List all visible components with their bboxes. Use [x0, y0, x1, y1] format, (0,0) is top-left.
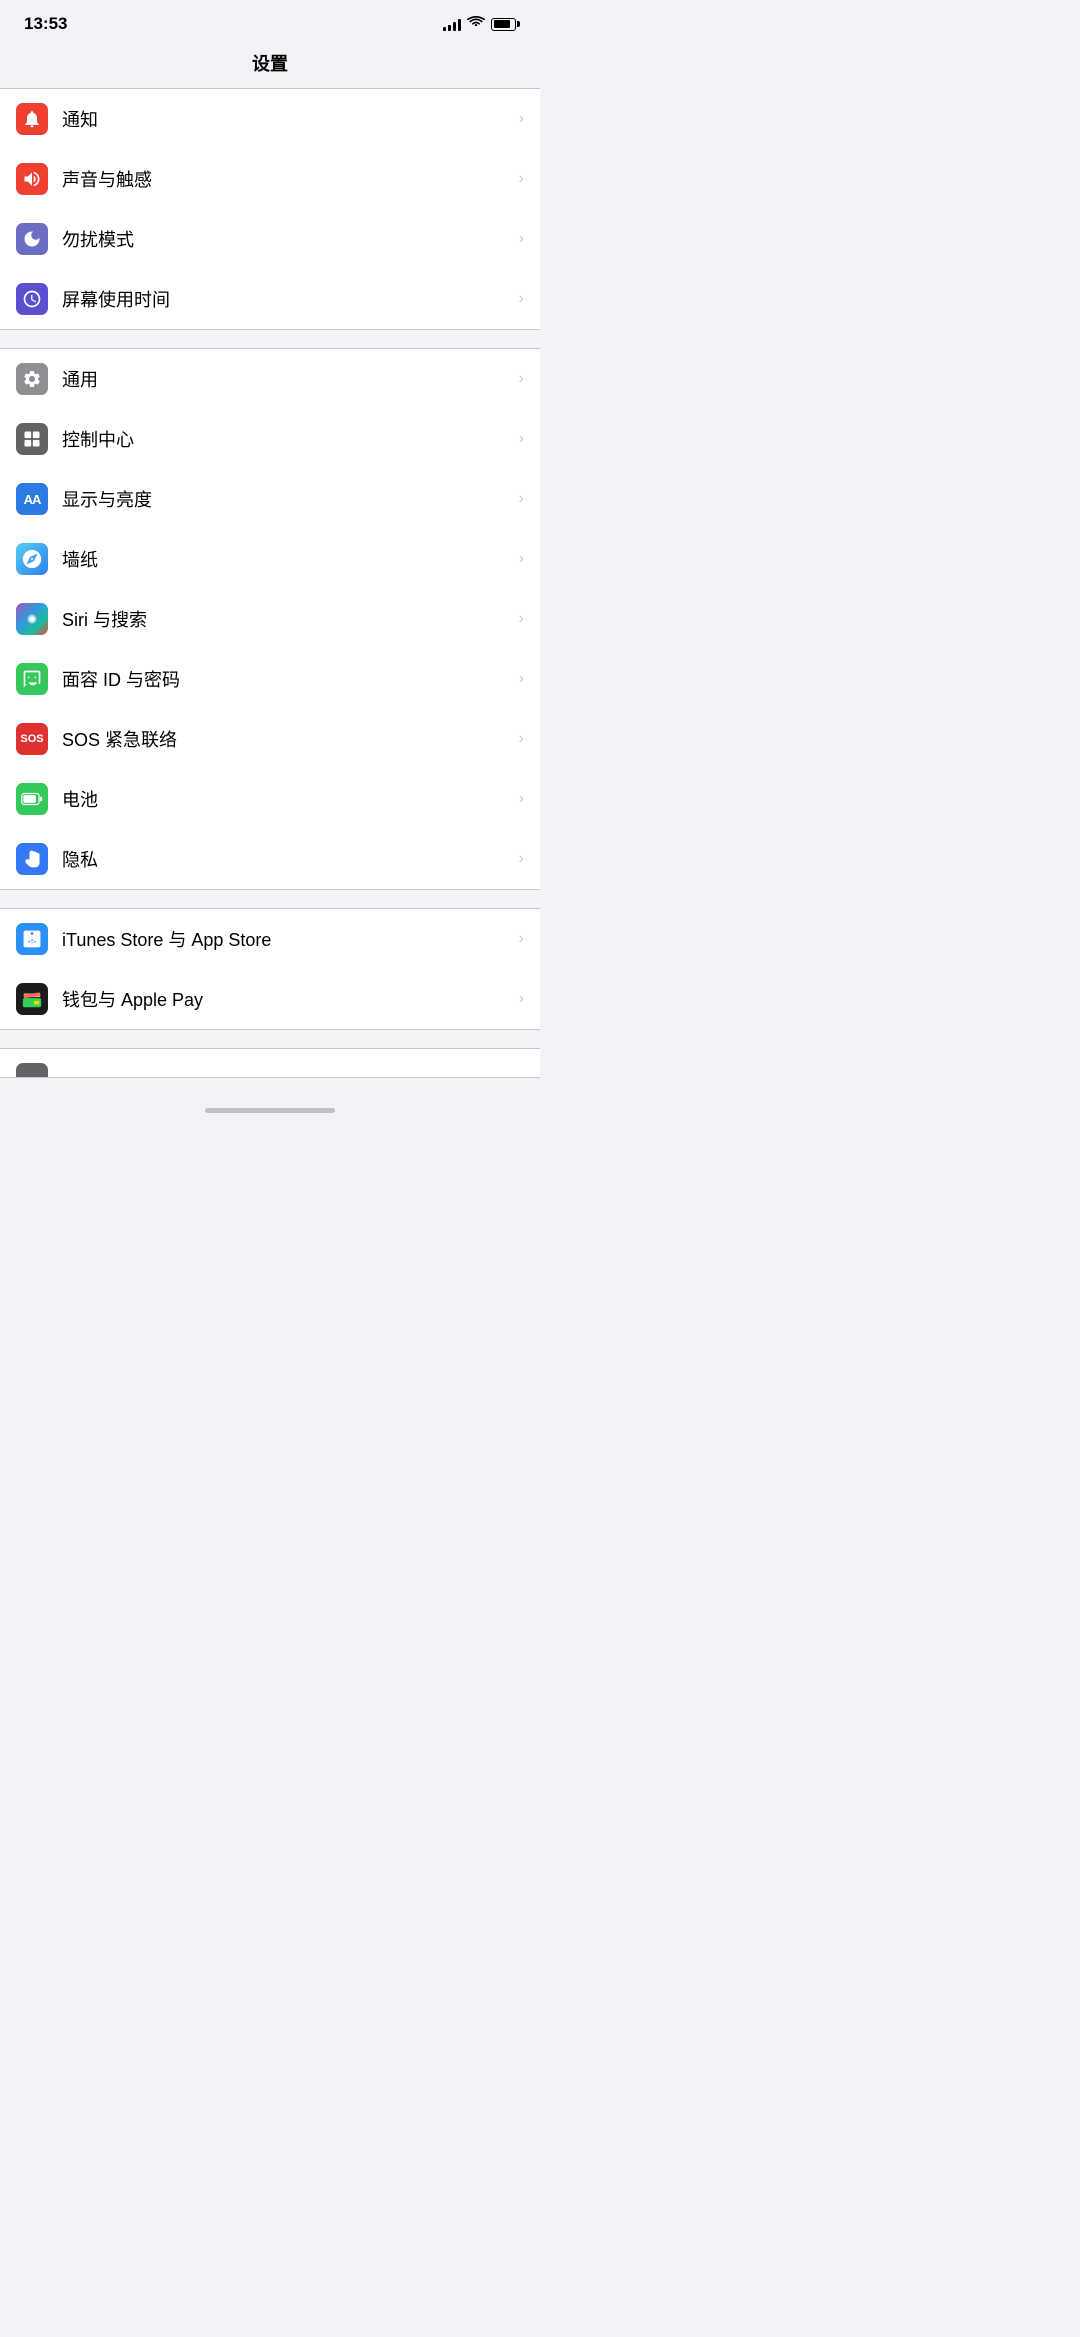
- settings-item-battery[interactable]: 电池 ›: [0, 769, 540, 829]
- chevron-icon: ›: [519, 790, 524, 808]
- chevron-icon: ›: [519, 290, 524, 308]
- battery-icon: [16, 783, 48, 815]
- chevron-icon: ›: [519, 850, 524, 868]
- wallet-label: 钱包与 Apple Pay: [62, 986, 513, 1012]
- chevron-icon: ›: [519, 610, 524, 628]
- battery-label: 电池: [62, 786, 513, 812]
- chevron-icon: ›: [519, 170, 524, 188]
- status-icons: [443, 15, 516, 33]
- status-time: 13:53: [24, 14, 67, 34]
- notifications-label: 通知: [62, 106, 513, 132]
- settings-item-general[interactable]: 通用 ›: [0, 349, 540, 409]
- general-icon: [16, 363, 48, 395]
- wallpaper-icon: [16, 543, 48, 575]
- chevron-icon: ›: [519, 730, 524, 748]
- chevron-icon: ›: [519, 670, 524, 688]
- settings-item-siri[interactable]: Siri 与搜索 ›: [0, 589, 540, 649]
- chevron-icon: ›: [519, 430, 524, 448]
- home-indicator: [205, 1108, 335, 1113]
- list-group-2: 通用 › 控制中心 › AA 显示与亮度 ›: [0, 348, 540, 890]
- settings-item-wallpaper[interactable]: 墙纸 ›: [0, 529, 540, 589]
- controlcenter-icon: [16, 423, 48, 455]
- chevron-icon: ›: [519, 990, 524, 1008]
- section-itunes: A iTunes Store 与 App Store › 钱包与 Apple P…: [0, 908, 540, 1030]
- settings-item-screentime[interactable]: 屏幕使用时间 ›: [0, 269, 540, 329]
- chevron-icon: ›: [519, 930, 524, 948]
- list-group-1: 通知 › 声音与触感 › 勿扰模式 ›: [0, 88, 540, 330]
- list-group-3: A iTunes Store 与 App Store › 钱包与 Apple P…: [0, 908, 540, 1030]
- signal-bars-icon: [443, 17, 461, 31]
- settings-item-controlcenter[interactable]: 控制中心 ›: [0, 409, 540, 469]
- svg-text:A: A: [29, 936, 36, 946]
- settings-item-itunes[interactable]: A iTunes Store 与 App Store ›: [0, 909, 540, 969]
- section-general: 通用 › 控制中心 › AA 显示与亮度 ›: [0, 348, 540, 890]
- wallet-icon: [16, 983, 48, 1015]
- settings-item-wallet[interactable]: 钱包与 Apple Pay ›: [0, 969, 540, 1029]
- home-indicator-area: [0, 1078, 540, 1133]
- section-partial: [0, 1030, 540, 1078]
- wallpaper-label: 墙纸: [62, 546, 513, 572]
- page-title: 设置: [0, 42, 540, 88]
- chevron-icon: ›: [519, 110, 524, 128]
- general-label: 通用: [62, 366, 513, 392]
- settings-item-donotdisturb[interactable]: 勿扰模式 ›: [0, 209, 540, 269]
- section-notifications: 通知 › 声音与触感 › 勿扰模式 ›: [0, 88, 540, 330]
- itunes-label: iTunes Store 与 App Store: [62, 926, 513, 952]
- status-bar: 13:53: [0, 0, 540, 42]
- chevron-icon: ›: [519, 370, 524, 388]
- itunes-icon: A: [16, 923, 48, 955]
- sounds-icon: [16, 163, 48, 195]
- partial-icon: [16, 1063, 48, 1078]
- display-label: 显示与亮度: [62, 486, 513, 512]
- sounds-label: 声音与触感: [62, 166, 513, 192]
- chevron-icon: ›: [519, 230, 524, 248]
- siri-icon: [16, 603, 48, 635]
- sos-label: SOS 紧急联络: [62, 726, 513, 752]
- settings-item-privacy[interactable]: 隐私 ›: [0, 829, 540, 889]
- controlcenter-label: 控制中心: [62, 426, 513, 452]
- notifications-icon: [16, 103, 48, 135]
- screentime-icon: [16, 283, 48, 315]
- sos-icon: SOS: [16, 723, 48, 755]
- battery-status-icon: [491, 18, 516, 31]
- settings-item-notifications[interactable]: 通知 ›: [0, 89, 540, 149]
- settings-item-sounds[interactable]: 声音与触感 ›: [0, 149, 540, 209]
- list-group-partial: [0, 1048, 540, 1078]
- display-icon: AA: [16, 483, 48, 515]
- donotdisturb-label: 勿扰模式: [62, 226, 513, 252]
- siri-label: Siri 与搜索: [62, 606, 513, 632]
- faceid-icon: [16, 663, 48, 695]
- settings-item-partial[interactable]: [0, 1049, 540, 1078]
- donotdisturb-icon: [16, 223, 48, 255]
- wifi-icon: [467, 15, 485, 33]
- settings-item-sos[interactable]: SOS SOS 紧急联络 ›: [0, 709, 540, 769]
- chevron-icon: ›: [519, 490, 524, 508]
- privacy-label: 隐私: [62, 846, 513, 872]
- privacy-icon: [16, 843, 48, 875]
- screentime-label: 屏幕使用时间: [62, 286, 513, 312]
- settings-item-display[interactable]: AA 显示与亮度 ›: [0, 469, 540, 529]
- settings-item-faceid[interactable]: 面容 ID 与密码 ›: [0, 649, 540, 709]
- chevron-icon: ›: [519, 550, 524, 568]
- faceid-label: 面容 ID 与密码: [62, 666, 513, 692]
